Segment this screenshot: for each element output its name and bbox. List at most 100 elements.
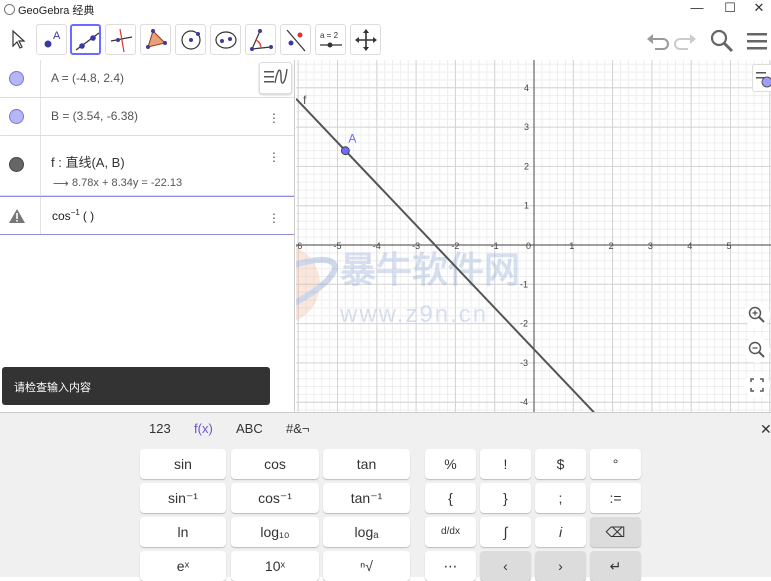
algebra-row-label: f : 直线(A, B) bbox=[51, 155, 125, 170]
more-options-icon[interactable]: · · · bbox=[270, 206, 278, 228]
key-cos[interactable]: cos bbox=[231, 449, 319, 479]
point-a[interactable] bbox=[340, 146, 350, 156]
keyboard-tab-numbers[interactable]: 123 bbox=[149, 421, 171, 436]
angle-tool[interactable] bbox=[245, 24, 276, 55]
y-tick-label: -1 bbox=[520, 279, 528, 289]
perpendicular-line-tool[interactable] bbox=[105, 24, 136, 55]
more-options-icon[interactable]: · · · bbox=[270, 106, 278, 128]
visibility-marble-icon[interactable] bbox=[9, 157, 24, 172]
zoom-out-icon bbox=[748, 341, 765, 358]
line-tool[interactable] bbox=[70, 24, 101, 55]
zoom-in-button[interactable] bbox=[744, 302, 770, 328]
key-log-base[interactable]: logₐ bbox=[323, 517, 410, 547]
y-tick-label: -3 bbox=[520, 358, 528, 368]
more-options-icon[interactable]: · · · bbox=[270, 145, 278, 167]
watermark-text: 暴牛软件网 bbox=[340, 250, 520, 291]
key-assign[interactable]: := bbox=[590, 483, 641, 513]
keyboard-tab-functions[interactable]: f(x) bbox=[194, 421, 213, 436]
redo-icon bbox=[674, 34, 696, 50]
key-dollar[interactable]: $ bbox=[535, 449, 586, 479]
y-tick-label: 1 bbox=[524, 201, 529, 211]
geogebra-logo-icon bbox=[4, 4, 15, 15]
move-tool[interactable] bbox=[2, 24, 33, 55]
algebra-row-point-a[interactable]: A = (-4.8, 2.4) bbox=[0, 60, 294, 98]
key-close-brace[interactable]: } bbox=[480, 483, 531, 513]
key-factorial[interactable]: ! bbox=[480, 449, 531, 479]
search-button[interactable] bbox=[708, 27, 736, 55]
x-tick-label: 2 bbox=[609, 241, 614, 251]
key-ln[interactable]: ln bbox=[140, 517, 226, 547]
keyboard-tab-symbols[interactable]: #&¬ bbox=[286, 421, 310, 436]
conic-tool[interactable] bbox=[210, 24, 241, 55]
angle-icon bbox=[250, 29, 273, 51]
keyboard-tab-letters[interactable]: ABC bbox=[236, 421, 263, 436]
key-arccos[interactable]: cos⁻¹ bbox=[231, 483, 319, 513]
redo-button[interactable] bbox=[672, 27, 700, 55]
key-log10[interactable]: log₁₀ bbox=[231, 517, 319, 547]
x-tick-label: 0 bbox=[526, 241, 531, 251]
toolbar: A a = 2 bbox=[0, 20, 771, 60]
polygon-tool[interactable] bbox=[140, 24, 171, 55]
title-bar: GeoGebra 经典 — ☐ ✕ bbox=[0, 0, 771, 20]
slider-icon: a = 2 bbox=[320, 31, 342, 48]
y-tick-label: -4 bbox=[520, 397, 528, 407]
undo-icon bbox=[647, 34, 669, 50]
zoom-out-button[interactable] bbox=[744, 337, 770, 363]
app-title: GeoGebra 经典 bbox=[18, 5, 95, 17]
key-percent[interactable]: % bbox=[425, 449, 476, 479]
algebra-style-icon bbox=[264, 68, 288, 84]
key-sin[interactable]: sin bbox=[140, 449, 226, 479]
key-degree[interactable]: ° bbox=[590, 449, 641, 479]
algebra-input-field[interactable]: cos−1( ) bbox=[52, 208, 94, 223]
algebra-input-row[interactable]: cos−1( ) · · · bbox=[0, 196, 294, 235]
key-arctan[interactable]: tan⁻¹ bbox=[323, 483, 410, 513]
graphics-style-icon bbox=[756, 72, 771, 88]
search-icon bbox=[710, 29, 734, 53]
visibility-marble-icon[interactable] bbox=[9, 109, 24, 124]
input-superscript: −1 bbox=[70, 208, 80, 217]
algebra-row-line-f[interactable]: f : 直线(A, B) ⟶ 8.78x + 8.34y = -22.13 · ·… bbox=[0, 136, 294, 196]
algebra-row-label: B = (3.54, -6.38) bbox=[51, 109, 139, 123]
input-function-name: cos bbox=[52, 209, 71, 223]
reflect-tool[interactable] bbox=[280, 24, 311, 55]
y-tick-label: -2 bbox=[520, 319, 528, 329]
close-window-button[interactable]: ✕ bbox=[745, 0, 771, 18]
x-tick-label: 3 bbox=[648, 241, 653, 251]
key-semicolon[interactable]: ; bbox=[535, 483, 586, 513]
fullscreen-button[interactable] bbox=[744, 372, 770, 398]
hamburger-menu-icon bbox=[747, 33, 767, 50]
key-open-brace[interactable]: { bbox=[425, 483, 476, 513]
algebra-row-point-b[interactable]: B = (3.54, -6.38) · · · bbox=[0, 98, 294, 136]
circle-icon bbox=[181, 30, 201, 50]
polygon-icon bbox=[146, 29, 167, 49]
key-imaginary[interactable]: i bbox=[535, 517, 586, 547]
point-tool[interactable]: A bbox=[36, 24, 67, 55]
slider-tool[interactable]: a = 2 bbox=[315, 24, 346, 55]
close-keyboard-icon[interactable]: ✕ bbox=[760, 421, 771, 438]
x-tick-label: 5 bbox=[727, 241, 732, 251]
key-tan[interactable]: tan bbox=[323, 449, 410, 479]
circle-center-tool[interactable] bbox=[175, 24, 206, 55]
cursor-arrow-icon bbox=[12, 29, 26, 49]
main-menu-button[interactable] bbox=[743, 27, 771, 55]
line-icon bbox=[75, 32, 100, 51]
undo-button[interactable] bbox=[643, 27, 671, 55]
visibility-marble-icon[interactable] bbox=[9, 71, 24, 86]
graphics-style-button[interactable] bbox=[752, 64, 771, 92]
algebra-style-button[interactable] bbox=[259, 62, 292, 94]
toast-message: 请检查输入内容 bbox=[14, 382, 91, 394]
ellipse-icon bbox=[215, 31, 237, 49]
zoom-in-icon bbox=[748, 306, 765, 323]
key-integral[interactable]: ∫ bbox=[480, 517, 531, 547]
fullscreen-icon bbox=[750, 378, 764, 392]
maximize-button[interactable]: ☐ bbox=[716, 0, 744, 18]
error-toast: 请检查输入内容 bbox=[2, 367, 270, 405]
minimize-button[interactable]: — bbox=[683, 0, 711, 18]
x-tick-label: 1 bbox=[569, 241, 574, 251]
graphics-canvas[interactable]: -6-5-4-3-2-1012345 4321-1-2-3-4 暴牛软件网 ww… bbox=[296, 60, 771, 412]
graphics-view[interactable]: -6-5-4-3-2-1012345 4321-1-2-3-4 暴牛软件网 ww… bbox=[296, 60, 771, 412]
key-arcsin[interactable]: sin⁻¹ bbox=[140, 483, 226, 513]
move-view-tool[interactable] bbox=[350, 24, 381, 55]
key-backspace[interactable]: ⌫ bbox=[590, 517, 641, 547]
key-derivative[interactable]: d/dx bbox=[425, 517, 476, 547]
